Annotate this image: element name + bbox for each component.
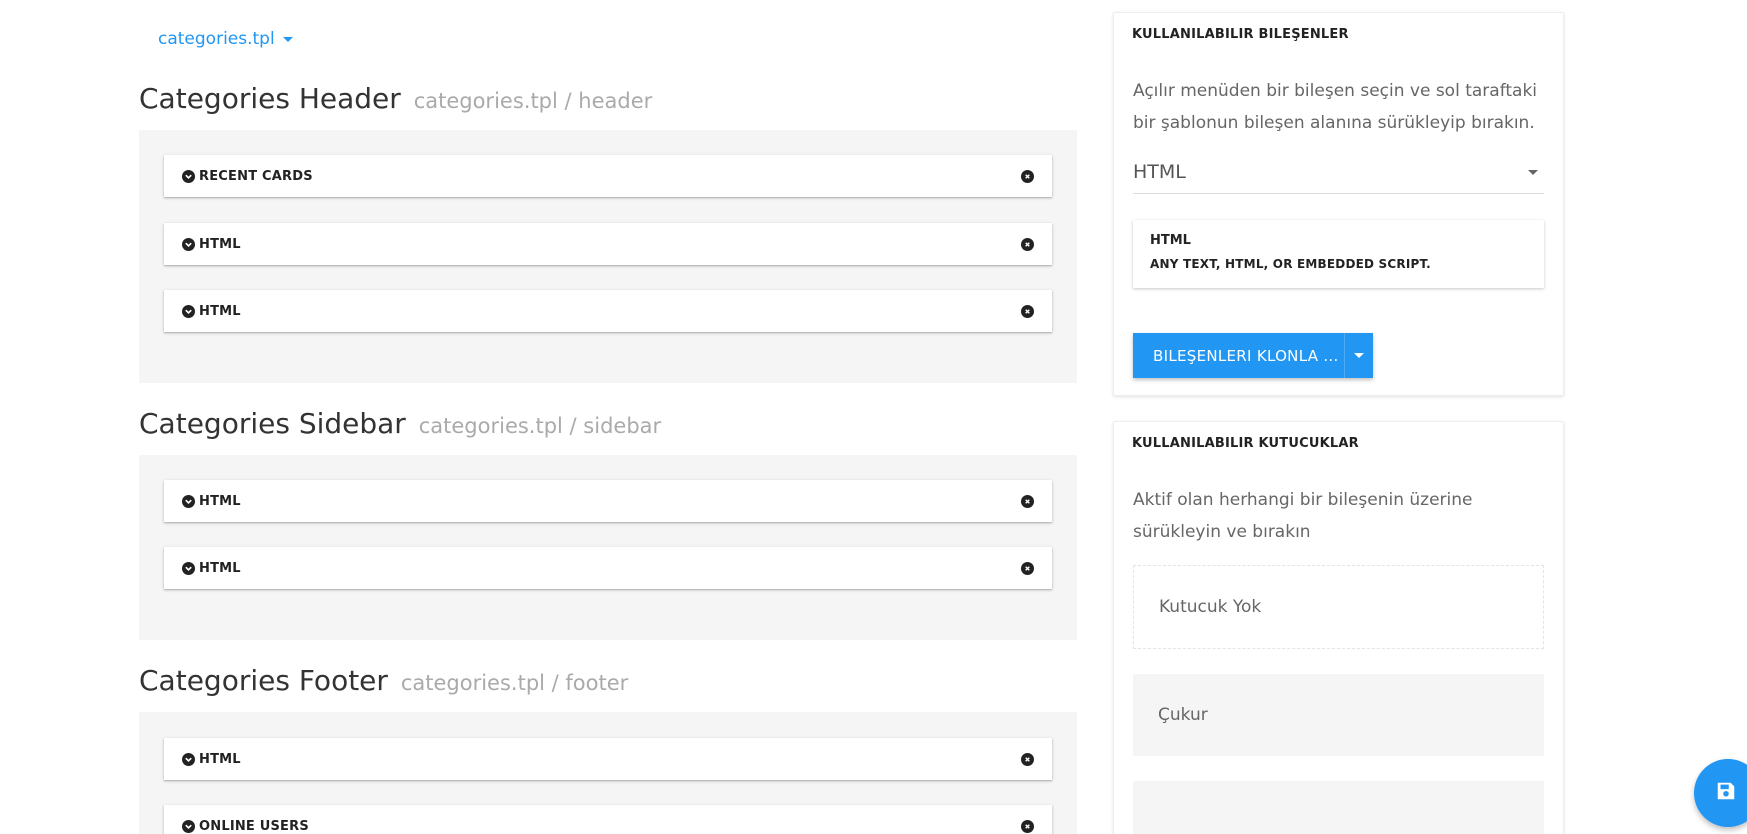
save-button[interactable]	[1694, 759, 1747, 827]
chevron-circle-down-icon[interactable]	[182, 561, 195, 575]
panel-heading: KULLANILABILIR BILEŞENLER	[1132, 27, 1349, 42]
page: categories.tpl Categories Header categor…	[0, 0, 1747, 834]
widget-area-header[interactable]: RECENT CARDS HTML HTML	[139, 130, 1077, 383]
widget-item[interactable]: ONLINE USERS	[164, 805, 1052, 834]
area-title-header: Categories Header categories.tpl / heade…	[139, 82, 652, 115]
chevron-circle-down-icon[interactable]	[182, 304, 195, 318]
widget-area-footer[interactable]: HTML ONLINE USERS	[139, 712, 1077, 834]
widget-item[interactable]: HTML	[164, 290, 1052, 332]
area-title-text: Categories Sidebar	[139, 407, 406, 440]
caret-down-icon	[1354, 353, 1364, 358]
container-item[interactable]	[1133, 781, 1544, 834]
widget-title: RECENT CARDS	[199, 168, 313, 184]
widget-card-name: HTML	[1150, 233, 1191, 248]
widget-type-select[interactable]: HTML	[1133, 151, 1544, 194]
widget-title: HTML	[199, 751, 241, 767]
area-title-text: Categories Footer	[139, 664, 388, 697]
widget-item[interactable]: RECENT CARDS	[164, 155, 1052, 197]
times-circle-icon[interactable]	[1021, 561, 1034, 575]
container-item-label: Kutucuk Yok	[1159, 597, 1262, 617]
widget-title: HTML	[199, 236, 241, 252]
area-subtitle: categories.tpl / header	[413, 89, 653, 113]
widget-title: ONLINE USERS	[199, 818, 309, 834]
available-widgets-panel: KULLANILABILIR BILEŞENLER Açılır menüden…	[1113, 12, 1564, 396]
area-subtitle: categories.tpl / sidebar	[418, 414, 662, 438]
times-circle-icon[interactable]	[1021, 237, 1034, 251]
caret-down-icon	[1528, 169, 1538, 175]
template-selector-label: categories.tpl	[158, 29, 275, 49]
area-title-sidebar: Categories Sidebar categories.tpl / side…	[139, 407, 661, 440]
clone-widgets-dropdown-toggle[interactable]	[1344, 333, 1373, 378]
draggable-widget-card[interactable]: HTML ANY TEXT, HTML, OR EMBEDDED SCRIPT.	[1133, 220, 1544, 288]
times-circle-icon[interactable]	[1021, 304, 1034, 318]
widget-title: HTML	[199, 303, 241, 319]
panel-description: Açılır menüden bir bileşen seçin ve sol …	[1133, 81, 1538, 133]
chevron-circle-down-icon[interactable]	[182, 494, 195, 508]
area-subtitle: categories.tpl / footer	[400, 671, 629, 695]
widget-item[interactable]: HTML	[164, 738, 1052, 780]
widget-item[interactable]: HTML	[164, 480, 1052, 522]
floppy-disk-icon	[1715, 780, 1737, 806]
widget-card-description: ANY TEXT, HTML, OR EMBEDDED SCRIPT.	[1150, 257, 1431, 271]
caret-down-icon	[282, 36, 293, 42]
chevron-circle-down-icon[interactable]	[182, 752, 195, 766]
times-circle-icon[interactable]	[1021, 169, 1034, 183]
container-item-well[interactable]: Çukur	[1133, 674, 1544, 756]
container-item-none[interactable]: Kutucuk Yok	[1133, 565, 1544, 649]
area-title-footer: Categories Footer categories.tpl / foote…	[139, 664, 628, 697]
area-title-text: Categories Header	[139, 82, 401, 115]
times-circle-icon[interactable]	[1021, 752, 1034, 766]
template-selector[interactable]: categories.tpl	[158, 29, 293, 49]
widget-title: HTML	[199, 493, 241, 509]
chevron-circle-down-icon[interactable]	[182, 169, 195, 183]
clone-widgets-button[interactable]: BILEŞENLERI KLONLA ...	[1133, 333, 1344, 378]
panel-heading: KULLANILABILIR KUTUCUKLAR	[1132, 436, 1359, 451]
widget-area-sidebar[interactable]: HTML HTML	[139, 455, 1077, 640]
chevron-circle-down-icon[interactable]	[182, 237, 195, 251]
available-containers-panel: KULLANILABILIR KUTUCUKLAR Aktif olan her…	[1113, 421, 1564, 834]
chevron-circle-down-icon[interactable]	[182, 819, 195, 833]
widget-item[interactable]: HTML	[164, 223, 1052, 265]
container-item-label: Çukur	[1158, 705, 1208, 725]
clone-widgets-split-button: BILEŞENLERI KLONLA ...	[1133, 333, 1373, 378]
panel-description: Aktif olan herhangi bir bileşenin üzerin…	[1133, 490, 1473, 542]
times-circle-icon[interactable]	[1021, 494, 1034, 508]
times-circle-icon[interactable]	[1021, 819, 1034, 833]
widget-title: HTML	[199, 560, 241, 576]
widget-type-select-value: HTML	[1133, 161, 1186, 183]
widget-item[interactable]: HTML	[164, 547, 1052, 589]
